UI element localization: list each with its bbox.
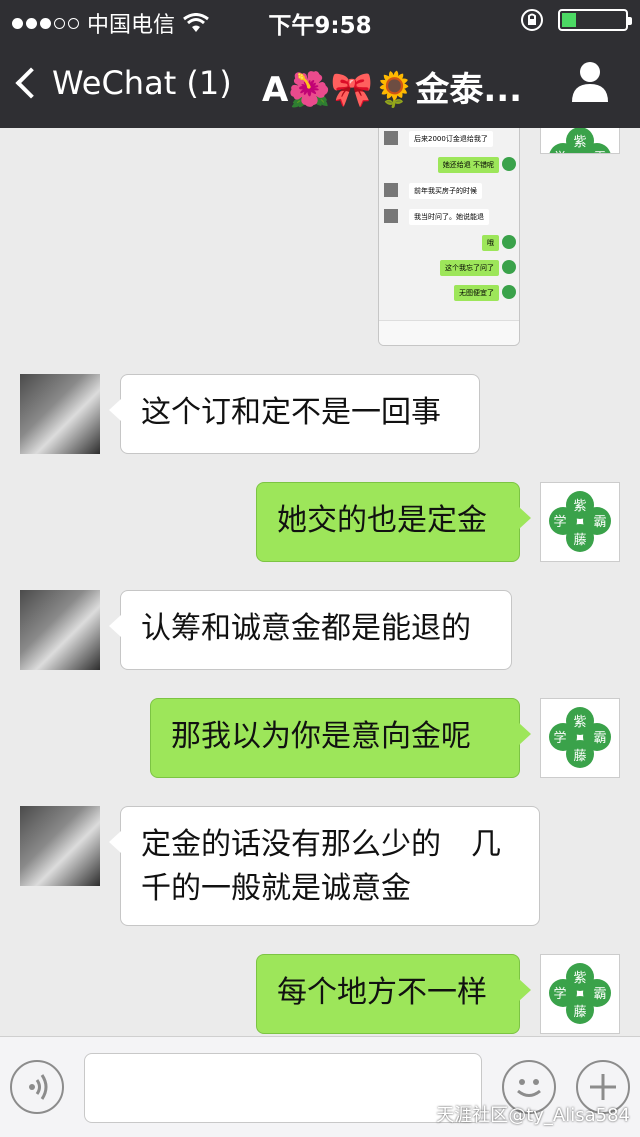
svg-text:紫: 紫 [573, 715, 586, 730]
message-bubble[interactable]: 这个订和定不是一回事 [109, 374, 480, 454]
mini-clover-avatar [502, 157, 516, 171]
svg-text:学: 学 [553, 514, 566, 530]
top-bar: 中国电信 下午9:58 WeChat (1) A🌺🎀🌻金泰... [0, 0, 640, 128]
shot-row: 无图便宜了 [454, 285, 499, 301]
nav-bar: WeChat (1) A🌺🎀🌻金泰... [0, 40, 640, 128]
avatar[interactable] [20, 374, 100, 454]
clover-logo: 紫学霸藤 [549, 128, 611, 188]
svg-text:紫: 紫 [573, 499, 586, 514]
clover-logo: 紫学 霸藤 [549, 707, 611, 768]
input-bar: 天涯社区@ty_Alisa584 [0, 1036, 640, 1137]
mini-clover-avatar [502, 260, 516, 274]
clover-logo: 紫学 霸藤 [549, 963, 611, 1024]
shot-input-bar [379, 320, 519, 345]
avatar[interactable]: 紫学 霸藤 [540, 482, 620, 562]
svg-text:霸: 霸 [593, 731, 606, 746]
svg-text:藤: 藤 [573, 749, 586, 764]
chevron-left-icon [15, 67, 47, 99]
voice-button[interactable] [10, 1060, 64, 1114]
orientation-lock-icon [521, 9, 543, 31]
chat-area[interactable]: 后来2000订金退给我了 她还给退 不错呢 前年我买房子的时候 我当时问了。她说… [0, 128, 640, 1036]
avatar[interactable] [20, 806, 100, 886]
message-bubble[interactable]: 那我以为你是意向金呢 [150, 698, 531, 778]
svg-text:学: 学 [553, 150, 566, 153]
shot-row: 后来2000订金退给我了 [409, 131, 493, 147]
mini-clover-avatar [502, 235, 516, 249]
message-input[interactable] [84, 1053, 482, 1123]
svg-text:霸: 霸 [593, 151, 606, 153]
svg-text:紫: 紫 [573, 971, 586, 986]
avatar[interactable]: 紫学 霸藤 [540, 954, 620, 1034]
avatar[interactable] [20, 590, 100, 670]
shot-row: 前年我买房子的时候 [409, 183, 482, 199]
back-label: WeChat (1) [52, 64, 232, 102]
image-message[interactable]: 后来2000订金退给我了 她还给退 不错呢 前年我买房子的时候 我当时问了。她说… [378, 128, 520, 346]
back-button[interactable]: WeChat (1) [15, 64, 232, 102]
svg-text:学: 学 [553, 986, 566, 1002]
clover-logo: 紫学 霸藤 [549, 491, 611, 552]
avatar[interactable]: 紫学霸藤 [540, 128, 620, 188]
profile-icon[interactable] [570, 60, 610, 104]
shot-row: 她还给退 不错呢 [437, 157, 499, 173]
status-bar: 中国电信 下午9:58 [0, 0, 640, 40]
mini-clover-avatar [502, 285, 516, 299]
watermark: 天涯社区@ty_Alisa584 [436, 1105, 630, 1126]
battery-icon [558, 9, 632, 31]
svg-text:霸: 霸 [593, 515, 606, 530]
message-bubble[interactable]: 定金的话没有那么少的 几千的一般就是诚意金 [109, 806, 540, 926]
shot-row: 哦 [482, 235, 499, 251]
svg-text:霸: 霸 [593, 987, 606, 1002]
svg-text:藤: 藤 [573, 1005, 586, 1020]
svg-text:藤: 藤 [573, 533, 586, 548]
shot-row: 这个我忘了问了 [440, 260, 499, 276]
voice-icon [29, 1074, 48, 1100]
avatar[interactable]: 紫学 霸藤 [540, 698, 620, 778]
message-bubble[interactable]: 每个地方不一样 [256, 954, 531, 1034]
svg-text:学: 学 [553, 730, 566, 746]
message-bubble[interactable]: 她交的也是定金 [256, 482, 531, 562]
message-bubble[interactable]: 认筹和诚意金都是能退的 [109, 590, 512, 670]
svg-text:紫: 紫 [573, 135, 586, 150]
chat-title: A🌺🎀🌻金泰... [262, 70, 523, 110]
shot-row: 我当时问了。她说能退 [409, 209, 489, 225]
